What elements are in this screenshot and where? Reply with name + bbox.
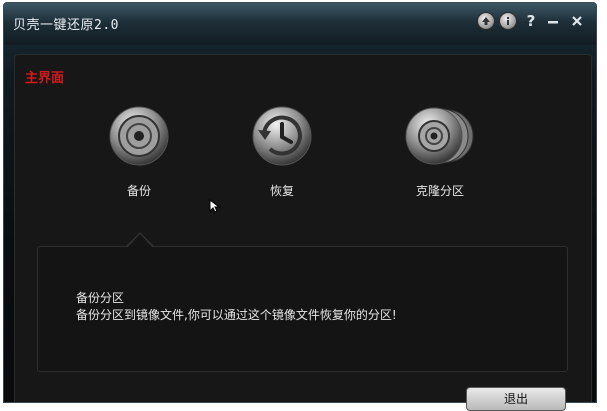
upgrade-icon[interactable] (477, 12, 495, 30)
window-title: 贝壳一键还原2.0 (13, 18, 119, 33)
clone-partition-label: 克隆分区 (415, 184, 464, 198)
restore-label: 恢复 (269, 184, 294, 198)
backup-label: 备份 (126, 184, 151, 198)
restore-button[interactable]: 恢复 (227, 104, 337, 199)
clone-discs-icon (405, 107, 474, 165)
description-title: 备份分区 (76, 291, 125, 305)
clone-partition-button[interactable]: 克隆分区 (385, 104, 495, 199)
description-pointer-fill (128, 234, 152, 247)
exit-button[interactable]: 退出 (466, 387, 566, 411)
section-title: 主界面 (25, 71, 65, 86)
minimize-icon[interactable] (544, 12, 562, 30)
info-icon[interactable] (499, 12, 517, 30)
mouse-cursor-icon (209, 199, 221, 213)
backup-button[interactable]: 备份 (84, 104, 194, 199)
restore-clock-icon (252, 106, 312, 166)
title-bar[interactable]: 贝壳一键还原2.0 ? (4, 3, 596, 45)
help-icon[interactable]: ? (522, 12, 540, 30)
description-text: 备份分区到镜像文件,你可以通过这个镜像文件恢复你的分区! (76, 308, 397, 322)
close-icon[interactable] (568, 12, 586, 30)
disc-backup-icon (109, 106, 169, 166)
